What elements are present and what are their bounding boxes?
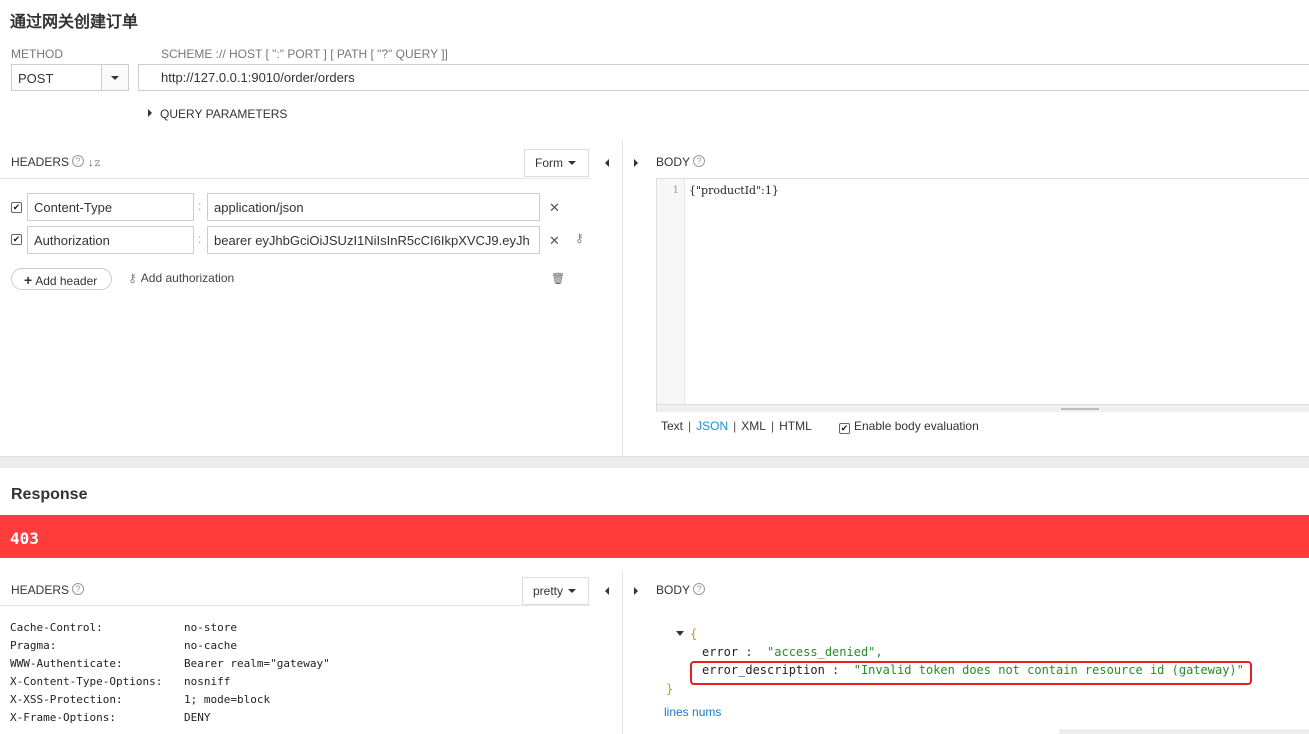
body-editor[interactable]: 1 {"productId":1}: [656, 178, 1309, 412]
caret-right-icon: [148, 109, 152, 117]
response-title: Response: [11, 486, 88, 503]
expand-right-icon[interactable]: [634, 587, 638, 595]
remove-header-icon[interactable]: ✕: [549, 200, 560, 216]
query-parameters-toggle[interactable]: QUERY PARAMETERS: [148, 107, 287, 121]
add-header-label: Add header: [35, 274, 98, 288]
response-header-value: DENY: [184, 711, 211, 724]
method-select[interactable]: POST: [11, 64, 129, 91]
editor-code[interactable]: {"productId":1}: [689, 184, 779, 197]
json-open-brace: {: [690, 627, 698, 641]
chevron-down-icon: [568, 161, 576, 165]
help-icon[interactable]: ?: [72, 583, 85, 595]
header-colon: :: [198, 199, 202, 213]
body-evaluation-checkbox[interactable]: ✔: [839, 423, 850, 434]
headers-mode-value: Form: [535, 156, 563, 170]
key-icon[interactable]: ⚷: [575, 231, 584, 245]
collapse-json-icon[interactable]: [676, 631, 684, 636]
request-headers-label: HEADERS? ↓𝚣: [11, 155, 101, 170]
request-headers-title: HEADERS: [11, 155, 70, 169]
format-html[interactable]: HTML: [779, 419, 812, 433]
body-format-switcher: Text | JSON | XML | HTML: [661, 419, 812, 433]
response-body-label: BODY?: [656, 583, 706, 597]
add-authorization-link[interactable]: ⚷ Add authorization: [128, 271, 234, 285]
collapse-left-icon[interactable]: [605, 587, 609, 595]
headers-divider: [0, 178, 590, 179]
header-value-input[interactable]: application/json: [207, 193, 540, 221]
format-xml[interactable]: XML: [741, 419, 766, 433]
section-gap: [0, 456, 1309, 468]
json-field-error: error : "access_denied",: [702, 645, 883, 659]
header-enabled-checkbox[interactable]: ✔: [11, 234, 22, 245]
response-header-value: no-store: [184, 621, 237, 634]
resize-grip[interactable]: [1061, 408, 1099, 410]
header-enabled-checkbox[interactable]: ✔: [11, 202, 22, 213]
body-evaluation-toggle[interactable]: ✔ Enable body evaluation: [839, 419, 979, 434]
json-close-brace: }: [666, 682, 674, 696]
json-value: "access_denied",: [767, 645, 883, 659]
response-header-value: no-cache: [184, 639, 237, 652]
editor-gutter: 1: [657, 179, 685, 412]
help-icon[interactable]: ?: [693, 583, 706, 595]
response-headers-mode-value: pretty: [533, 584, 564, 598]
response-headers-label: HEADERS?: [11, 583, 85, 597]
query-parameters-label: QUERY PARAMETERS: [160, 107, 288, 121]
remove-header-icon[interactable]: ✕: [549, 233, 560, 249]
method-label: METHOD: [11, 47, 63, 61]
response-header-name: X-Content-Type-Options:: [10, 675, 163, 688]
sort-icon[interactable]: ↓𝚣: [88, 157, 101, 169]
panel-divider: [622, 140, 623, 456]
add-header-button[interactable]: + Add header: [11, 268, 112, 290]
response-header-name: WWW-Authenticate:: [10, 657, 123, 670]
response-header-name: X-XSS-Protection:: [10, 693, 123, 706]
chevron-down-icon: [111, 76, 119, 80]
response-headers-title: HEADERS: [11, 583, 70, 597]
response-body-title: BODY: [656, 583, 691, 597]
response-header-name: X-Frame-Options:: [10, 711, 116, 724]
json-key: error: [702, 645, 739, 659]
plus-icon: +: [24, 272, 33, 288]
response-header-name: Pragma:: [10, 639, 57, 652]
headers-mode-dropdown[interactable]: Form: [524, 149, 589, 177]
scrollbar-track[interactable]: [1059, 729, 1309, 734]
format-text[interactable]: Text: [661, 419, 683, 433]
line-number: 1: [672, 185, 679, 196]
expand-right-icon[interactable]: [634, 159, 638, 167]
url-input[interactable]: http://127.0.0.1:9010/order/orders: [138, 64, 1309, 91]
response-header-value: Bearer realm="gateway": [184, 657, 330, 670]
trash-icon[interactable]: 🗑: [551, 272, 565, 285]
request-body-label: BODY?: [656, 155, 706, 169]
request-body-title: BODY: [656, 155, 691, 169]
method-dropdown-toggle[interactable]: [101, 65, 128, 90]
format-json[interactable]: JSON: [696, 419, 728, 433]
lines-nums-link[interactable]: lines nums: [664, 705, 721, 719]
request-title: 通过网关创建订单: [10, 12, 139, 31]
method-value: POST: [18, 71, 54, 86]
scheme-label: SCHEME :// HOST [ ":" PORT ] [ PATH [ "?…: [161, 47, 448, 61]
header-value-input[interactable]: bearer eyJhbGciOiJSUzI1NiIsInR5cCI6IkpXV…: [207, 226, 540, 254]
status-bar: 403: [0, 515, 1309, 558]
help-icon[interactable]: ?: [693, 155, 706, 167]
response-header-value: 1; mode=block: [184, 693, 271, 706]
add-authorization-label: Add authorization: [140, 271, 235, 285]
status-code: 403: [10, 529, 39, 548]
header-name-input[interactable]: Authorization: [27, 226, 194, 254]
editor-resize-bar[interactable]: [657, 404, 1309, 412]
request-panel: 通过网关创建订单 METHOD SCHEME :// HOST [ ":" PO…: [0, 0, 1309, 456]
response-headers-divider: [0, 605, 590, 606]
header-name-input[interactable]: Content-Type: [27, 193, 194, 221]
highlight-annotation: [690, 661, 1252, 685]
collapse-left-icon[interactable]: [605, 159, 609, 167]
body-evaluation-label: Enable body evaluation: [854, 419, 979, 433]
response-panel-divider: [622, 570, 623, 734]
header-colon: :: [198, 232, 202, 246]
response-headers-mode-dropdown[interactable]: pretty: [522, 577, 589, 605]
help-icon[interactable]: ?: [72, 155, 85, 167]
key-icon: ⚷: [128, 271, 137, 285]
chevron-down-icon: [568, 589, 577, 593]
response-header-name: Cache-Control:: [10, 621, 103, 634]
response-header-value: nosniff: [184, 675, 231, 688]
